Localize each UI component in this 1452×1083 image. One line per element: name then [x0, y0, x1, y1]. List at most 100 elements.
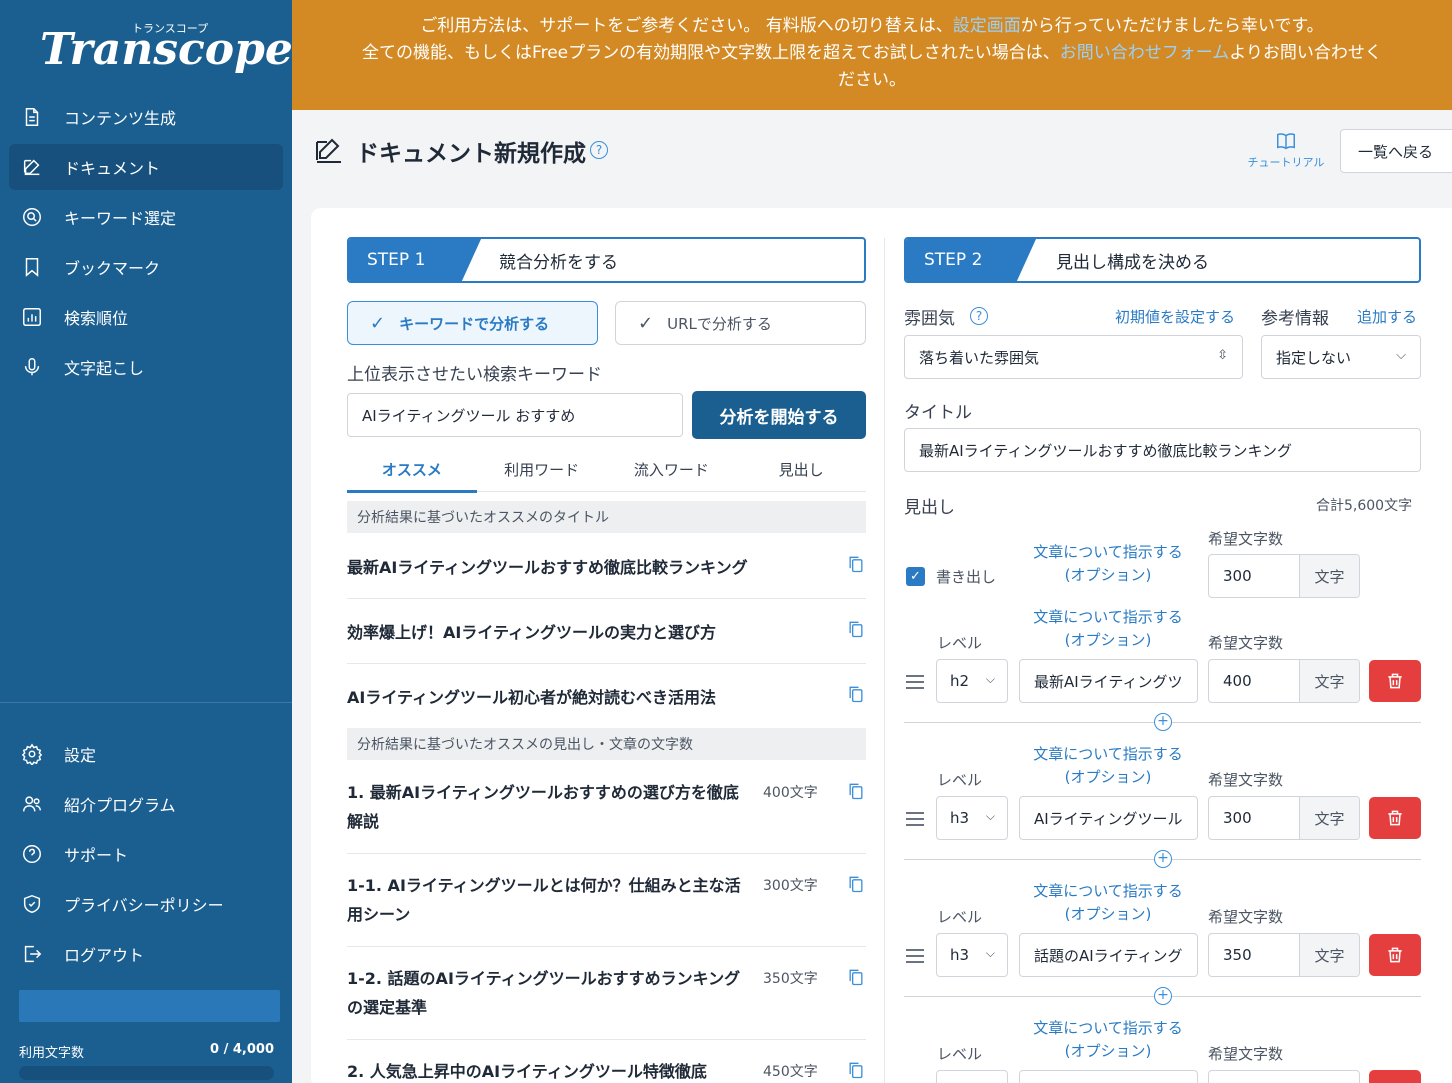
heading-input[interactable]: 最新AIライティングツ — [1019, 659, 1198, 703]
sidebar-item-bookmark[interactable]: ブックマーク — [9, 244, 283, 290]
sidebar-item-content[interactable]: コンテンツ生成 — [9, 94, 283, 140]
help-icon[interactable]: ? — [970, 307, 988, 325]
sidebar-item-document[interactable]: ドキュメント — [9, 144, 283, 190]
heading-input[interactable]: 話題のAIライティング — [1019, 933, 1198, 977]
mood-select[interactable]: 落ち着いた雰囲気 ⇳ — [904, 335, 1243, 379]
heading-text: 1-2. 話題のAIライティングツールおすすめランキングの選定基準 — [347, 969, 741, 1017]
copy-icon[interactable] — [846, 684, 866, 704]
back-to-list-button[interactable]: 一覧へ戻る — [1340, 129, 1452, 173]
start-analysis-button[interactable]: 分析を開始する — [692, 391, 866, 439]
sidebar-item-logout[interactable]: ログアウト — [9, 931, 283, 977]
chars-unit: 文字 — [1299, 934, 1359, 976]
usage-label: 利用文字数 — [19, 1046, 85, 1061]
analyze-by-keyword-button[interactable]: ✓ キーワードで分析する — [347, 301, 598, 345]
sidebar-item-referral[interactable]: 紹介プログラム — [9, 781, 283, 827]
heading-input[interactable]: AIライティングツール — [1019, 796, 1198, 840]
heading-chars-input[interactable]: 300 文字 — [1208, 796, 1360, 840]
contact-form-link[interactable]: お問い合わせフォーム — [1060, 43, 1230, 63]
add-heading-button[interactable]: + — [1154, 713, 1172, 731]
intro-checkbox[interactable]: ✓ — [906, 567, 925, 586]
tab-recommended[interactable]: オススメ — [347, 448, 477, 493]
level-label: レベル — [937, 771, 983, 789]
heading-text: 1-1. AIライティングツールとは何か？仕組みと主な活用シーン — [347, 876, 741, 924]
instruction-link-option: (オプション) — [1064, 566, 1152, 584]
sidebar-item-privacy[interactable]: プライバシーポリシー — [9, 881, 283, 927]
instruction-link-text: 文章について指示する — [1033, 745, 1183, 763]
desired-chars-label: 希望文字数 — [1208, 634, 1284, 652]
copy-icon[interactable] — [846, 554, 866, 574]
copy-icon[interactable] — [846, 967, 866, 987]
page-header: ドキュメント新規作成 ? チュートリアル 一覧へ戻る — [292, 110, 1452, 200]
reference-select-value: 指定しない — [1276, 348, 1352, 367]
check-icon: ✓ — [370, 312, 386, 334]
heading-text: 1. 最新AIライティングツールおすすめの選び方を徹底解説 — [347, 783, 739, 831]
add-heading-button[interactable]: + — [1154, 987, 1172, 1005]
instruction-link[interactable]: 文章について指示する (オプション) — [1018, 880, 1198, 926]
step1-label: 競合分析をする — [499, 252, 618, 273]
delete-heading-button[interactable] — [1369, 797, 1421, 839]
add-reference-link[interactable]: 追加する — [1357, 306, 1417, 327]
instruction-link-text: 文章について指示する — [1033, 608, 1183, 626]
drag-handle-icon[interactable] — [906, 675, 924, 689]
sidebar-item-label: 文字起こし — [64, 359, 145, 378]
analysis-tabs: オススメ 利用ワード 流入ワード 見出し — [347, 448, 866, 493]
copy-icon[interactable] — [846, 1060, 866, 1080]
delete-heading-button[interactable] — [1369, 660, 1421, 702]
instruction-link[interactable]: 文章について指示する (オプション) — [1018, 541, 1198, 587]
sidebar-item-settings[interactable]: 設定 — [9, 731, 283, 777]
reset-mood-link[interactable]: 初期値を設定する — [1115, 306, 1235, 327]
heading-input[interactable] — [1019, 1070, 1198, 1083]
chart-icon — [21, 306, 43, 328]
help-icon[interactable]: ? — [590, 141, 608, 159]
sidebar-item-label: 紹介プログラム — [64, 796, 176, 815]
headings-label: 見出し — [904, 498, 955, 518]
sidebar-item-keyword[interactable]: キーワード選定 — [9, 194, 283, 240]
copy-icon[interactable] — [846, 781, 866, 801]
settings-link[interactable]: 設定画面 — [953, 16, 1021, 36]
chevron-down-icon: ⌵ — [985, 672, 995, 686]
heading-chars-input[interactable]: 400 文字 — [1208, 659, 1360, 703]
copy-icon[interactable] — [846, 619, 866, 639]
reference-select[interactable]: 指定しない ⌵ — [1261, 335, 1421, 379]
instruction-link-option: (オプション) — [1064, 1042, 1152, 1060]
sidebar-bottom-nav: 設定 紹介プログラム サポート プライバシーポリシー ログアウト — [0, 727, 292, 981]
usage-progress-bar — [19, 1066, 274, 1080]
logo-text: Transcope — [40, 24, 293, 75]
heading-chars-input[interactable] — [1208, 1070, 1360, 1083]
tab-used-words[interactable]: 利用ワード — [477, 448, 607, 491]
tutorial-button[interactable]: チュートリアル — [1240, 130, 1332, 170]
column-divider — [884, 238, 885, 1083]
sidebar-item-ranking[interactable]: 検索順位 — [9, 294, 283, 340]
title-input[interactable]: 最新AIライティングツールおすすめ徹底比較ランキング — [904, 428, 1421, 472]
tab-inflow-words[interactable]: 流入ワード — [607, 448, 737, 491]
instruction-link[interactable]: 文章について指示する (オプション) — [1018, 1017, 1198, 1063]
level-select[interactable]: h3 ⌵ — [936, 933, 1008, 977]
logo[interactable]: トランスコープ Transcope — [40, 18, 293, 78]
level-select[interactable]: h3 ⌵ — [936, 796, 1008, 840]
mood-label: 雰囲気 — [904, 309, 955, 329]
add-heading-button[interactable]: + — [1154, 850, 1172, 868]
help-icon — [21, 843, 43, 865]
level-label: レベル — [937, 908, 983, 926]
drag-handle-icon[interactable] — [906, 812, 924, 826]
sidebar-item-transcription[interactable]: 文字起こし — [9, 344, 283, 390]
recommended-title: 最新AIライティングツールおすすめ徹底比較ランキング — [347, 558, 748, 577]
intro-chars-input[interactable]: 300 文字 — [1208, 554, 1360, 598]
heading-chars-input[interactable]: 350 文字 — [1208, 933, 1360, 977]
keyword-input[interactable]: AIライティングツール おすすめ — [347, 393, 683, 437]
instruction-link[interactable]: 文章について指示する (オプション) — [1018, 743, 1198, 789]
banner-text: ご利用方法は、サポートをご参考ください。 有料版への切り替えは、 — [420, 16, 953, 36]
instruction-link[interactable]: 文章について指示する (オプション) — [1018, 606, 1198, 652]
microphone-icon — [21, 356, 43, 378]
level-select[interactable] — [936, 1070, 1008, 1083]
delete-heading-button[interactable] — [1369, 934, 1421, 976]
drag-handle-icon[interactable] — [906, 949, 924, 963]
level-select[interactable]: h2 ⌵ — [936, 659, 1008, 703]
delete-heading-button[interactable] — [1369, 1070, 1421, 1083]
copy-icon[interactable] — [846, 874, 866, 894]
sidebar-divider — [0, 702, 292, 703]
sidebar-item-support[interactable]: サポート — [9, 831, 283, 877]
document-icon — [21, 106, 43, 128]
tab-headings[interactable]: 見出し — [736, 448, 866, 491]
analyze-by-url-button[interactable]: ✓ URLで分析する — [615, 301, 866, 345]
